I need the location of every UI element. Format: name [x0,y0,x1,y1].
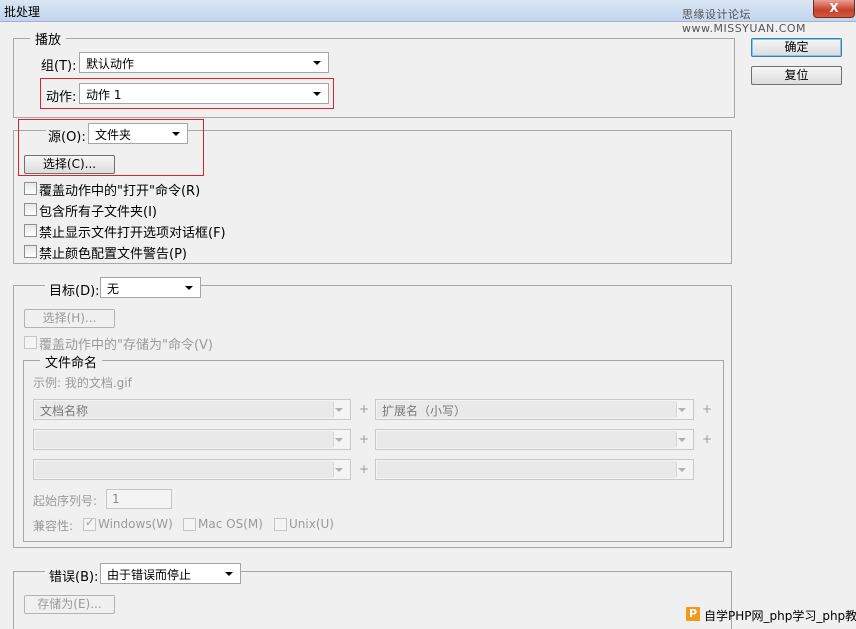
include-subfolders-label: 包含所有子文件夹(I) [39,205,157,220]
source-label: 源(O): [46,126,88,145]
suppress-color-warnings-label: 禁止颜色配置文件警告(P) [39,247,187,262]
compat-unix-checkbox[interactable] [274,518,287,531]
start-serial-input[interactable]: 1 [106,489,172,509]
chevron-down-icon [335,438,343,442]
plus-sign: + [359,402,370,416]
chevron-down-icon [225,572,233,576]
compat-macos-label: Mac OS(M) [198,517,263,531]
set-label: 组(T): [41,59,77,74]
compat-label: 兼容性: [33,519,74,533]
chevron-down-icon [313,92,321,96]
chevron-down-icon [313,61,321,65]
plus-sign: + [702,402,713,416]
naming-field-6[interactable] [375,459,694,480]
chevron-down-icon [678,438,686,442]
plus-sign: + [359,462,370,476]
override-open-checkbox[interactable] [24,182,37,195]
naming-field-4[interactable] [375,429,694,450]
suppress-open-dialogs-label: 禁止显示文件打开选项对话框(F) [39,226,226,241]
errors-select[interactable]: 由于错误而停止 [100,563,241,584]
footer-watermark: 自学PHP网_php学习_php教 [704,609,856,623]
chevron-down-icon [678,468,686,472]
naming-field-2[interactable]: 扩展名（小写） [375,399,694,420]
check-icon: ✓ [85,516,95,529]
compat-unix-label: Unix(U) [289,517,334,531]
compat-windows-label: Windows(W) [98,517,173,531]
override-open-label: 覆盖动作中的"打开"命令(R) [39,184,201,199]
save-errors-button[interactable]: 存储为(E)... [24,595,115,614]
naming-field-5[interactable] [33,459,351,480]
set-select[interactable]: 默认动作 [79,52,329,73]
close-button[interactable]: X [813,0,855,18]
compat-windows-checkbox[interactable]: ✓ [83,516,96,531]
choose-destination-button[interactable]: 选择(H)... [24,309,115,328]
plus-sign: + [359,432,370,446]
suppress-color-warnings-checkbox[interactable] [24,245,37,258]
title-bar: 批处理 思缘设计论坛 www.MISSYUAN.COM X [0,0,856,35]
chevron-down-icon [172,132,180,136]
file-naming-legend: 文件命名 [40,352,103,371]
override-save-checkbox[interactable] [24,336,37,349]
errors-label: 错误(B): [45,566,103,585]
naming-field-1[interactable]: 文档名称 [33,399,351,420]
suppress-open-dialogs-checkbox[interactable] [24,224,37,237]
action-label: 动作: [46,90,77,105]
start-serial-label: 起始序列号: [33,494,98,508]
destination-label: 目标(D): [45,280,104,299]
action-select[interactable]: 动作 1 [79,83,329,104]
include-subfolders-checkbox[interactable] [24,203,37,216]
play-legend: 播放 [30,29,67,48]
chevron-down-icon [335,468,343,472]
naming-field-3[interactable] [33,429,351,450]
naming-example: 示例: 我的文档.gif [33,376,132,390]
reset-button[interactable]: 复位 [751,66,842,85]
override-save-label: 覆盖动作中的"存储为"命令(V) [39,338,213,353]
chevron-down-icon [678,408,686,412]
window-title: 批处理 [4,5,41,19]
source-select[interactable]: 文件夹 [88,123,188,144]
chevron-down-icon [335,408,343,412]
php-logo-icon: P [686,607,700,621]
ok-button[interactable]: 确定 [751,38,842,57]
compat-macos-checkbox[interactable] [183,518,196,531]
choose-source-button[interactable]: 选择(C)... [24,155,115,174]
plus-sign: + [702,432,713,446]
chevron-down-icon [185,286,193,290]
destination-select[interactable]: 无 [100,277,201,298]
